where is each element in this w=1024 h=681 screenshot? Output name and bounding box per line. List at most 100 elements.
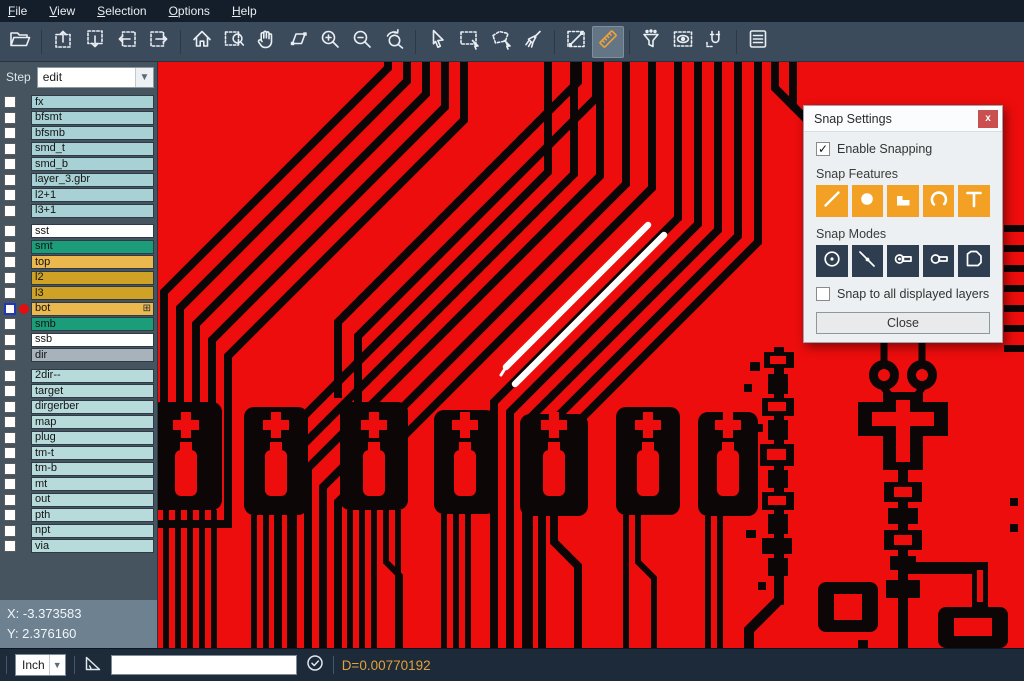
layer-row[interactable]: smd_b (0, 157, 157, 171)
layer-row[interactable]: smb (0, 317, 157, 331)
layer-visibility-checkbox[interactable] (4, 525, 16, 537)
view-options-button[interactable] (667, 26, 699, 58)
menu-selection[interactable]: Selection (97, 4, 146, 18)
apply-check-icon[interactable] (305, 653, 325, 678)
layer-name[interactable]: ssb (31, 333, 154, 347)
layer-visibility-checkbox[interactable] (4, 463, 16, 475)
snap-text-button[interactable] (958, 185, 990, 217)
menu-file[interactable]: File (8, 4, 27, 18)
menu-options[interactable]: Options (169, 4, 210, 18)
measure-line-button[interactable] (560, 26, 592, 58)
snap-corner-button[interactable] (958, 245, 990, 277)
layer-name[interactable]: bfsmt (31, 111, 154, 125)
layer-visibility-checkbox[interactable] (4, 416, 16, 428)
layer-row[interactable]: pth (0, 508, 157, 522)
chevron-down-icon[interactable]: ▼ (135, 68, 153, 87)
layer-name[interactable]: top (31, 255, 154, 269)
layer-visibility-checkbox[interactable] (4, 143, 16, 155)
layer-row[interactable]: tm-b (0, 462, 157, 476)
select-cursor-button[interactable] (421, 26, 453, 58)
layer-name[interactable]: l3 (31, 286, 154, 300)
snap-circle-button[interactable] (852, 185, 884, 217)
layer-name[interactable]: smd_b (31, 157, 154, 171)
layer-row[interactable]: l3 (0, 286, 157, 300)
layer-row[interactable]: mt (0, 477, 157, 491)
layer-row[interactable]: layer_3.gbr (0, 173, 157, 187)
pan-left-button[interactable] (111, 26, 143, 58)
layer-name[interactable]: 2dir-- (31, 369, 154, 383)
layer-name[interactable]: mt (31, 477, 154, 491)
step-dropdown[interactable]: edit ▼ (37, 67, 154, 88)
units-dropdown[interactable]: Inch ▼ (15, 654, 66, 676)
pan-down-button[interactable] (79, 26, 111, 58)
layer-name[interactable]: out (31, 493, 154, 507)
layer-visibility-checkbox[interactable] (4, 349, 16, 361)
layer-name[interactable]: smd_t (31, 142, 154, 156)
layer-row[interactable]: plug (0, 431, 157, 445)
layer-name[interactable]: dirgerber (31, 400, 154, 414)
layer-name[interactable]: smt (31, 240, 154, 254)
chevron-down-icon[interactable]: ▼ (49, 655, 65, 675)
snap-arc-button[interactable] (923, 185, 955, 217)
dialog-titlebar[interactable]: Snap Settings x (804, 106, 1002, 132)
layer-name[interactable]: layer_3.gbr (31, 173, 154, 187)
layer-row[interactable]: out (0, 493, 157, 507)
layer-name[interactable]: l2+1 (31, 188, 154, 202)
layer-visibility-checkbox[interactable] (4, 287, 16, 299)
layer-name[interactable]: fx (31, 95, 154, 109)
layer-row[interactable]: smd_t (0, 142, 157, 156)
layer-row[interactable]: l2+1 (0, 188, 157, 202)
layer-visibility-checkbox[interactable] (4, 494, 16, 506)
layer-visibility-checkbox[interactable] (4, 509, 16, 521)
layer-name[interactable]: tm-t (31, 446, 154, 460)
layer-visibility-checkbox[interactable] (4, 127, 16, 139)
layer-visibility-checkbox[interactable] (4, 318, 16, 330)
layer-name[interactable]: pth (31, 508, 154, 522)
layer-visibility-checkbox[interactable] (4, 385, 16, 397)
layer-visibility-checkbox[interactable] (4, 241, 16, 253)
layer-name[interactable]: bot⊞ (31, 302, 154, 316)
layer-visibility-checkbox[interactable] (4, 189, 16, 201)
zoom-home-button[interactable] (186, 26, 218, 58)
angle-mode-icon[interactable] (83, 653, 103, 678)
snap-settings-button[interactable] (699, 26, 731, 58)
layer-row[interactable]: npt (0, 524, 157, 538)
layer-name[interactable]: dir (31, 348, 154, 362)
command-input[interactable] (111, 655, 297, 675)
zoom-region-button[interactable] (218, 26, 250, 58)
layer-name[interactable]: target (31, 384, 154, 398)
layer-row[interactable]: tm-t (0, 446, 157, 460)
snap-surface-button[interactable] (887, 185, 919, 217)
layer-name[interactable]: l3+1 (31, 204, 154, 218)
layer-row[interactable]: dirgerber (0, 400, 157, 414)
open-file-button[interactable] (4, 26, 36, 58)
layer-row[interactable]: l3+1 (0, 204, 157, 218)
layer-name[interactable]: l2 (31, 271, 154, 285)
report-button[interactable] (742, 26, 774, 58)
close-button[interactable]: Close (816, 312, 990, 334)
snap-line-button[interactable] (816, 185, 848, 217)
layer-visibility-checkbox[interactable] (4, 205, 16, 217)
layer-visibility-checkbox[interactable] (4, 447, 16, 459)
snap-slot-end-button[interactable] (887, 245, 919, 277)
layer-row[interactable]: map (0, 415, 157, 429)
enable-snapping-checkbox[interactable]: ✓ (816, 142, 830, 156)
layer-name[interactable]: map (31, 415, 154, 429)
layer-visibility-checkbox[interactable] (4, 272, 16, 284)
layer-name[interactable]: bfsmb (31, 126, 154, 140)
snap-all-layers-checkbox[interactable] (816, 287, 830, 301)
layer-row[interactable]: l2 (0, 271, 157, 285)
snap-slot-button[interactable] (923, 245, 955, 277)
select-polygon-button[interactable] (485, 26, 517, 58)
snap-midpoint-button[interactable] (852, 245, 884, 277)
layer-row[interactable]: bfsmb (0, 126, 157, 140)
clear-brush-button[interactable] (517, 26, 549, 58)
layer-row[interactable]: sst (0, 224, 157, 238)
layer-visibility-checkbox[interactable] (4, 334, 16, 346)
menu-view[interactable]: View (49, 4, 75, 18)
layer-name[interactable]: via (31, 539, 154, 553)
layer-name[interactable]: tm-b (31, 462, 154, 476)
layer-visibility-checkbox[interactable] (4, 96, 16, 108)
zoom-in-button[interactable] (314, 26, 346, 58)
zoom-previous-button[interactable] (378, 26, 410, 58)
